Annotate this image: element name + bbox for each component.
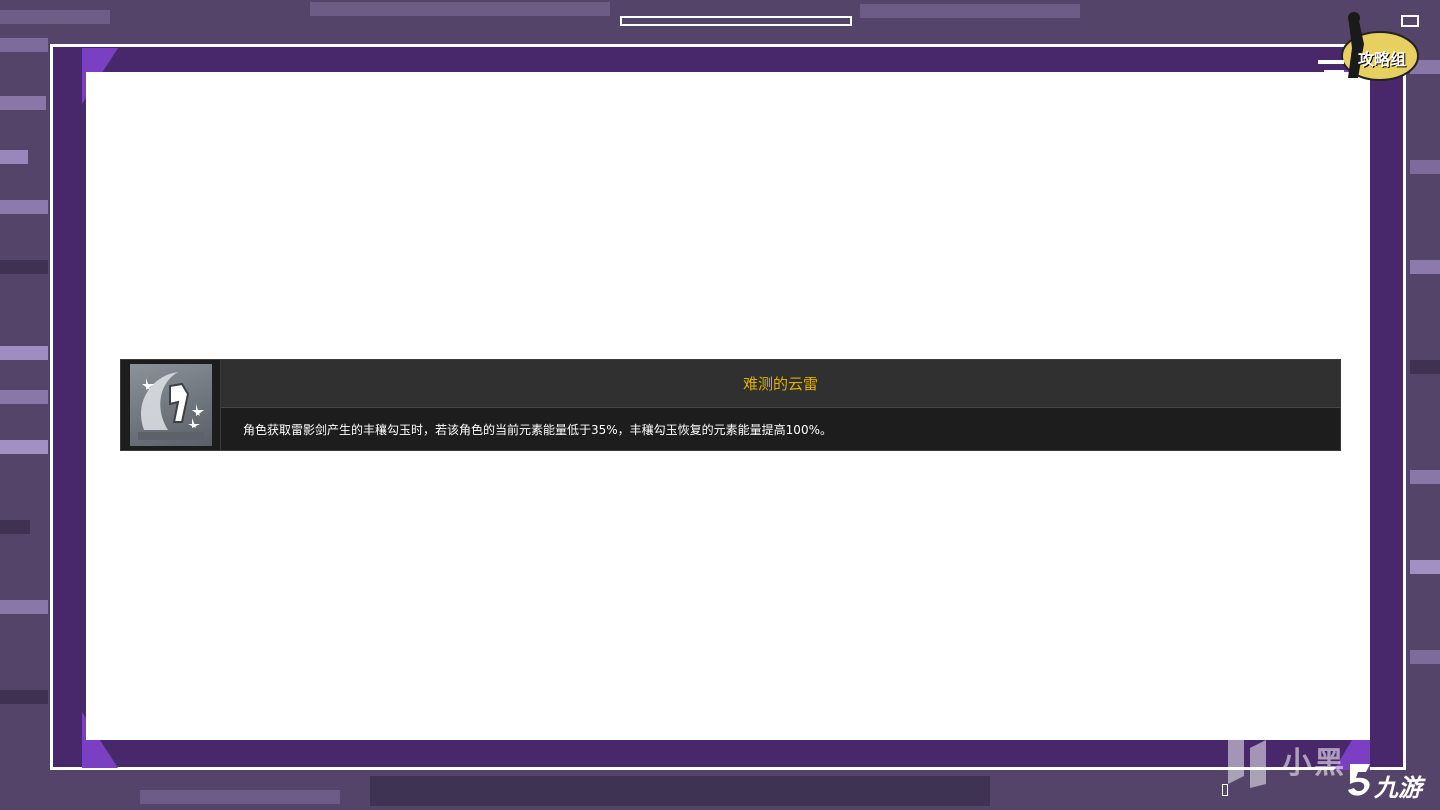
bg-pixel-bar [0,600,48,614]
bg-pixel-bar [1410,260,1440,274]
bg-pixel-bar [1410,650,1440,664]
bg-pixel-bar [0,346,48,360]
talent-icon-cell [121,360,221,450]
cursor-marker [1222,784,1228,796]
bg-pixel-bar [370,776,990,806]
bg-pixel-bar [0,96,46,110]
bg-pixel-bar [0,520,30,534]
bg-pixel-bar [140,790,340,804]
talent-description: 角色获取雷影剑产生的丰穰勾玉时，若该角色的当前元素能量低于35%，丰穰勾玉恢复的… [243,422,832,437]
bg-pixel-bar [0,200,48,214]
bg-pixel-bar [0,690,48,704]
bg-pixel-bar [310,2,610,16]
watermark-site-text: 小黑 [1282,746,1346,781]
bg-pixel-bar [1410,160,1440,174]
site-watermark: 小黑 九游 [1224,728,1440,802]
talent-title-row: 难测的云雷 [221,360,1340,408]
watermark-brand-text: 九游 [1374,774,1422,802]
lightning-talent-icon [137,372,204,440]
bg-pixel-bar [0,150,28,164]
logo-text: 攻略组 [1358,50,1407,69]
talent-content: 难测的云雷 角色获取雷影剑产生的丰穰勾玉时，若该角色的当前元素能量低于35%，丰… [221,360,1340,450]
bg-pixel-bar [0,260,48,274]
bg-pixel-bar [0,10,110,24]
talent-icon [129,364,212,446]
jiuyou-logo-icon [1348,764,1370,796]
talent-description-row: 角色获取雷影剑产生的丰穰勾玉时，若该角色的当前元素能量低于35%，丰穰勾玉恢复的… [221,408,1340,450]
bg-pixel-bar [1410,560,1440,574]
heybox-logo-icon [1228,732,1266,788]
bg-pixel-bar [1410,360,1440,374]
talent-card: 难测的云雷 角色获取雷影剑产生的丰穰勾玉时，若该角色的当前元素能量低于35%，丰… [120,359,1341,451]
bg-pixel-bar [0,390,48,404]
bg-pixel-bar [0,38,48,52]
top-progress-outline [620,16,852,26]
strategy-team-logo: 攻略组 [1318,8,1422,88]
video-frame: 难测的云雷 角色获取雷影剑产生的丰穰勾玉时，若该角色的当前元素能量低于35%，丰… [0,0,1440,810]
talent-title: 难测的云雷 [742,375,818,393]
bg-pixel-bar [0,440,48,454]
bg-pixel-bar [860,4,1080,18]
bg-pixel-bar [1410,470,1440,484]
